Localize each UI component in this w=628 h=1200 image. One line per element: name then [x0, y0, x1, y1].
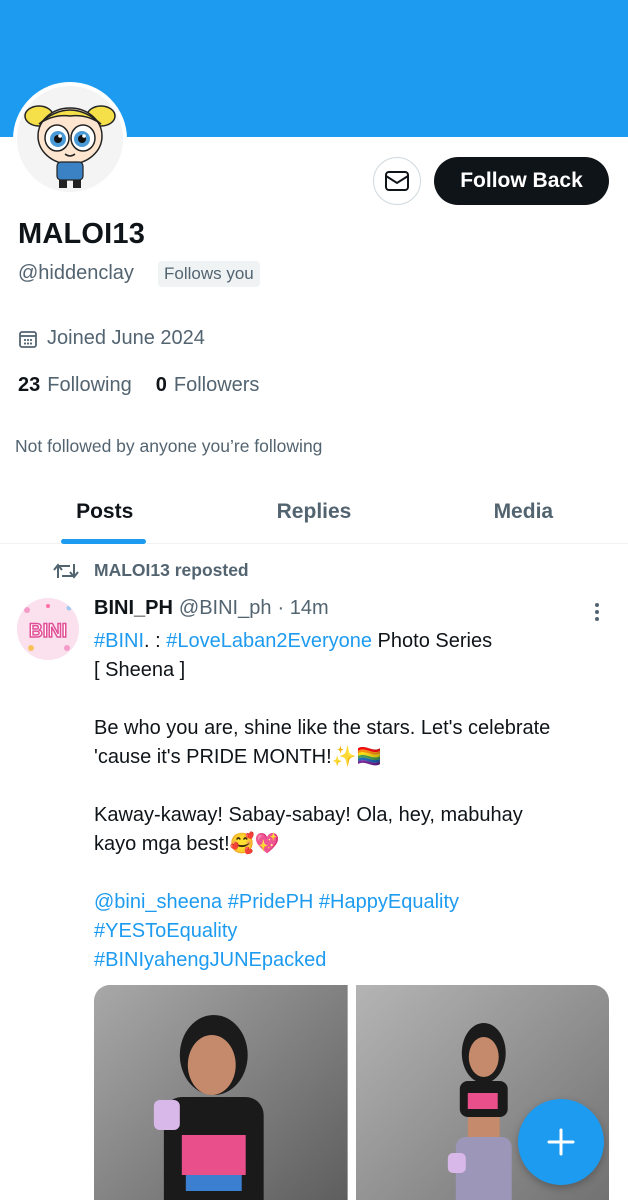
following-label: Following: [47, 374, 132, 396]
profile-avatar[interactable]: [13, 82, 127, 196]
post-author-handle[interactable]: @BINI_ph: [179, 597, 272, 620]
follow-back-button[interactable]: Follow Back: [434, 157, 609, 205]
tab-posts[interactable]: Posts: [0, 480, 209, 543]
post-text: #BINI. : #LoveLaban2Everyone Photo Serie…: [94, 630, 551, 971]
mention-link[interactable]: @bini_sheena: [94, 891, 222, 913]
profile-display-name: MALOI13: [18, 218, 146, 250]
post-photo-1[interactable]: [94, 985, 348, 1200]
profile-handle: @hiddenclay: [18, 262, 134, 284]
hashtag-link[interactable]: #HappyEquality: [319, 891, 459, 913]
post-author-name[interactable]: BINI_PH: [94, 597, 173, 620]
hashtag-link[interactable]: #PridePH: [228, 891, 314, 913]
bubbles-avatar-icon: [17, 86, 123, 192]
followers-count-link[interactable]: 0 Followers: [156, 374, 260, 397]
calendar-icon: [19, 330, 37, 348]
profile-tabs: Posts Replies Media: [0, 480, 628, 544]
bini-logo-icon: BINI: [17, 598, 79, 660]
post-author-avatar[interactable]: BINI: [17, 598, 79, 660]
followers-count: 0: [155, 374, 167, 396]
post-header: BINI_PH @BINI_ph · 14m: [94, 597, 329, 620]
following-count: 23: [18, 374, 41, 396]
message-button[interactable]: [373, 157, 421, 205]
repost-label: MALOI13 reposted: [94, 560, 249, 580]
post-timestamp[interactable]: · 14m: [277, 597, 328, 620]
active-tab-indicator: [61, 539, 146, 544]
hashtag-link[interactable]: #YESToEquality: [94, 920, 237, 942]
repost-icon: [53, 562, 79, 579]
mail-icon: [385, 171, 409, 191]
hashtag-link[interactable]: #LoveLaban2Everyone: [166, 630, 372, 652]
hashtag-link[interactable]: #BINI: [94, 630, 144, 652]
joined-date-text: Joined June 2024: [47, 327, 205, 349]
follow-counts: 23 Following 0 Followers: [18, 374, 259, 397]
joined-date: Joined June 2024: [18, 327, 205, 350]
compose-post-button[interactable]: [518, 1099, 604, 1185]
more-vertical-icon[interactable]: [586, 600, 608, 624]
svg-text:BINI: BINI: [29, 621, 67, 642]
followers-label: Followers: [173, 374, 260, 396]
following-count-link[interactable]: 23 Following: [18, 374, 132, 397]
not-followed-note: Not followed by anyone you’re following: [15, 436, 323, 456]
plus-icon: [547, 1128, 575, 1156]
follows-you-badge: Follows you: [158, 261, 260, 287]
tab-replies[interactable]: Replies: [209, 480, 418, 543]
tab-media[interactable]: Media: [419, 480, 628, 543]
repost-context[interactable]: MALOI13 reposted: [52, 560, 249, 581]
hashtag-link[interactable]: #BINIyahengJUNEpacked: [94, 949, 326, 971]
